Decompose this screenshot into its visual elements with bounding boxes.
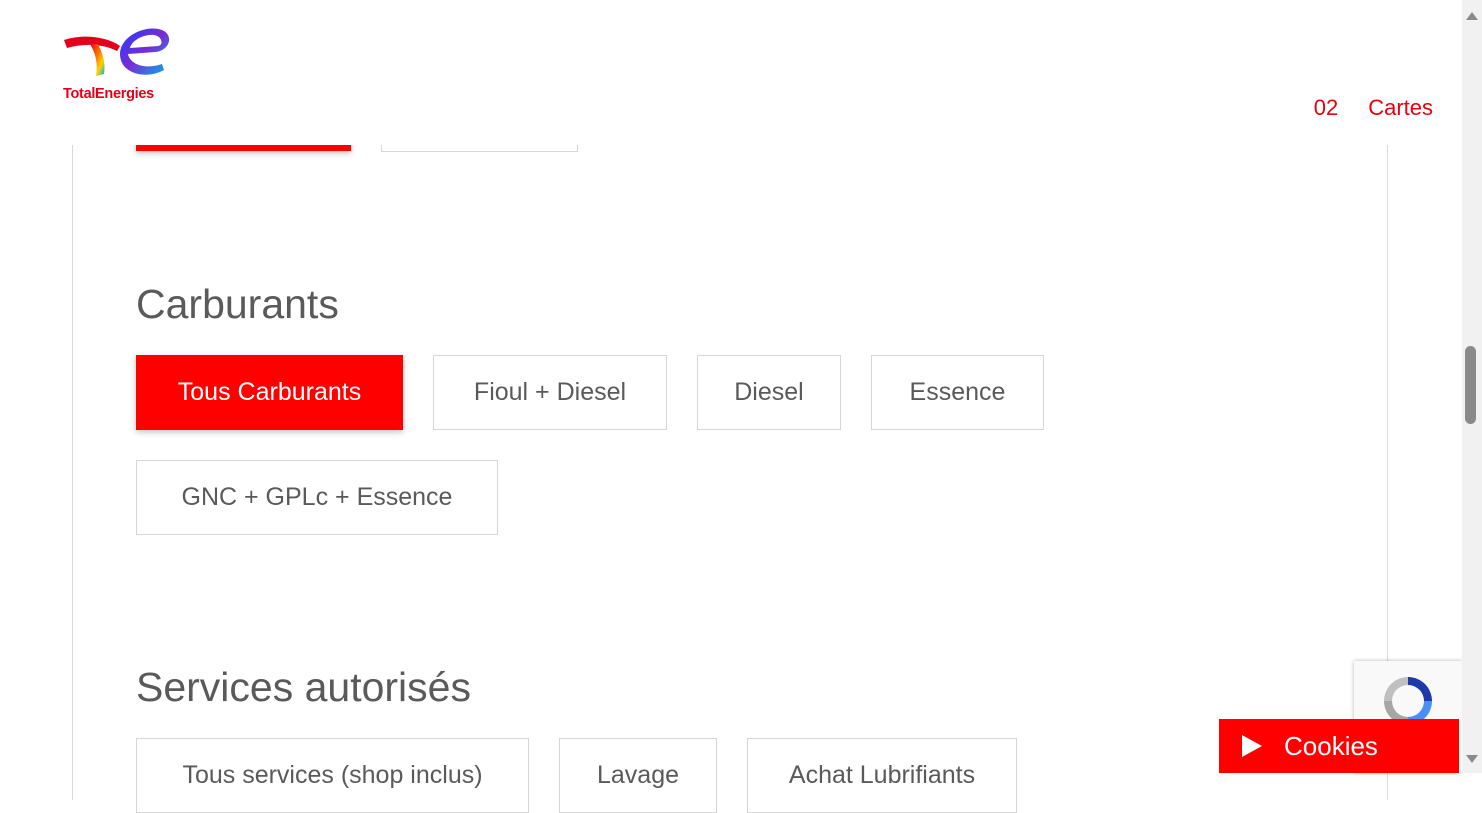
carburants-title: Carburants	[136, 281, 339, 327]
scroll-down-arrow-icon[interactable]	[1466, 755, 1478, 763]
service-chip-tous-services[interactable]: Tous services (shop inclus)	[136, 738, 529, 813]
fuel-chip-fioul-diesel[interactable]: Fioul + Diesel	[433, 355, 667, 430]
totalenergies-logo[interactable]: TotalEnergies	[62, 24, 174, 106]
fuel-chip-diesel[interactable]: Diesel	[697, 355, 841, 430]
scroll-up-arrow-icon[interactable]	[1466, 12, 1478, 20]
cookies-button[interactable]: Cookies	[1219, 719, 1459, 773]
page-scrollbar[interactable]	[1462, 0, 1482, 773]
fuel-chip-essence[interactable]: Essence	[871, 355, 1044, 430]
top-nav: 02 Cartes	[1314, 95, 1433, 121]
logo-wordmark: TotalEnergies	[63, 86, 154, 102]
play-icon	[1242, 735, 1262, 757]
service-chip-lavage[interactable]: Lavage	[559, 738, 717, 813]
site-header: TotalEnergies 02 Cartes	[0, 0, 1462, 145]
services-title: Services autorisés	[136, 664, 471, 710]
nav-link-cartes[interactable]: Cartes	[1368, 95, 1433, 121]
service-chip-achat-lubrifiants[interactable]: Achat Lubrifiants	[747, 738, 1017, 813]
fuel-chip-tous-carburants[interactable]: Tous Carburants	[136, 355, 403, 430]
logo-mark-icon	[64, 28, 170, 76]
cookies-label: Cookies	[1284, 730, 1378, 761]
fuel-chip-gnc-gplc-essence[interactable]: GNC + GPLc + Essence	[136, 460, 498, 535]
scrollbar-thumb[interactable]	[1465, 346, 1476, 424]
nav-link-02[interactable]: 02	[1314, 95, 1338, 121]
